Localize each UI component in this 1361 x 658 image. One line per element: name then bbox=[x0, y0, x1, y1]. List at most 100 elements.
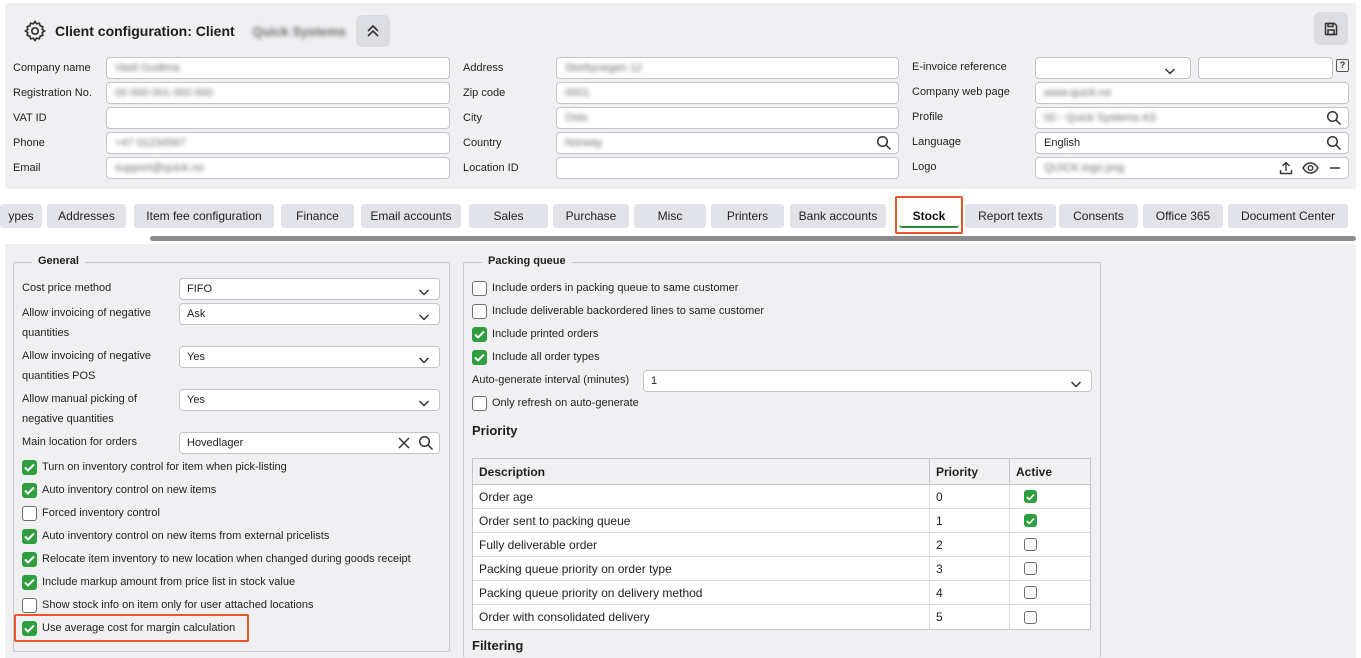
table-row[interactable]: Packing queue priority on order type 3 bbox=[473, 557, 1090, 581]
checkbox-checked[interactable] bbox=[22, 459, 37, 475]
checkbox-checked[interactable] bbox=[22, 574, 37, 590]
einvoice-reference-extra-input[interactable] bbox=[1198, 57, 1333, 79]
address-input[interactable]: Storbyvegen 12 bbox=[556, 57, 899, 79]
packing-checkbox-row[interactable]: Include all order types bbox=[472, 348, 600, 366]
minus-icon[interactable] bbox=[1328, 160, 1342, 178]
tab-printers[interactable]: Printers bbox=[711, 204, 784, 228]
tab-office-365[interactable]: Office 365 bbox=[1143, 204, 1223, 228]
table-row[interactable]: Packing queue priority on delivery metho… bbox=[473, 581, 1090, 605]
company-web-page-input[interactable]: www.quick.no bbox=[1035, 82, 1349, 104]
checkbox-unchecked[interactable] bbox=[22, 597, 37, 613]
checkbox-checked[interactable] bbox=[472, 349, 487, 365]
tab-report-texts[interactable]: Report texts bbox=[965, 204, 1056, 228]
search-icon[interactable] bbox=[1326, 135, 1342, 153]
checkbox-checked[interactable] bbox=[22, 482, 37, 498]
general-checkbox-row[interactable]: Show stock info on item only for user at… bbox=[22, 596, 313, 614]
allow-invoicing-negative-pos-select[interactable]: Yes bbox=[179, 346, 440, 368]
checkbox-unchecked[interactable] bbox=[1023, 610, 1037, 624]
checkbox-label: Forced inventory control bbox=[42, 507, 160, 519]
column-header-description[interactable]: Description bbox=[473, 459, 930, 484]
tab-item-fee-configuration[interactable]: Item fee configuration bbox=[134, 204, 274, 228]
upload-icon[interactable] bbox=[1278, 160, 1294, 178]
allow-manual-picking-select[interactable]: Yes bbox=[179, 389, 440, 411]
checkbox-unchecked[interactable] bbox=[1023, 562, 1037, 575]
search-icon[interactable] bbox=[876, 135, 892, 153]
tab-sales[interactable]: Sales bbox=[469, 204, 548, 228]
location-id-input[interactable] bbox=[556, 157, 899, 179]
save-button[interactable] bbox=[1314, 12, 1348, 45]
allow-invoicing-negative-select[interactable]: Ask bbox=[179, 303, 440, 325]
language-input[interactable]: English bbox=[1035, 132, 1349, 154]
phone-input[interactable]: +47 01234567 bbox=[106, 132, 450, 154]
packing-checkbox-row[interactable]: Include orders in packing queue to same … bbox=[472, 279, 738, 297]
allow-manual-picking-label-1: Allow manual picking of bbox=[22, 393, 137, 405]
checkbox-checked[interactable] bbox=[472, 326, 487, 342]
column-header-active[interactable]: Active bbox=[1010, 459, 1090, 484]
tab-addresses[interactable]: Addresses bbox=[47, 204, 126, 228]
main-location-input[interactable]: Hovedlager bbox=[179, 432, 440, 454]
tab-document-center[interactable]: Document Center bbox=[1228, 204, 1348, 228]
language-label: Language bbox=[912, 136, 961, 148]
chevrons-up-icon bbox=[367, 24, 379, 37]
tabs-horizontal-scrollbar[interactable] bbox=[150, 236, 1356, 241]
address-label: Address bbox=[463, 62, 504, 74]
zip-code-label: Zip code bbox=[463, 87, 506, 99]
eye-icon[interactable] bbox=[1302, 161, 1319, 178]
average-cost-highlight bbox=[14, 614, 249, 642]
general-checkbox-row[interactable]: Forced inventory control bbox=[22, 504, 160, 522]
clear-icon[interactable] bbox=[397, 436, 411, 457]
packing-checkbox-row[interactable]: Include printed orders bbox=[472, 325, 598, 343]
checkbox-unchecked[interactable] bbox=[472, 303, 487, 319]
table-row[interactable]: Order with consolidated delivery 5 bbox=[473, 605, 1090, 629]
stock-tab-highlight bbox=[895, 196, 963, 234]
tab-email-accounts[interactable]: Email accounts bbox=[361, 204, 461, 228]
table-row[interactable]: Fully deliverable order 2 bbox=[473, 533, 1090, 557]
checkbox-checked[interactable] bbox=[1023, 514, 1037, 527]
company-name-input[interactable]: Vasil Gudima bbox=[106, 57, 450, 79]
checkbox-checked[interactable] bbox=[1023, 490, 1037, 503]
auto-generate-interval-select[interactable]: 1 bbox=[643, 370, 1092, 392]
cost-price-method-select[interactable]: FIFO bbox=[179, 278, 440, 300]
table-row[interactable]: Order sent to packing queue 1 bbox=[473, 509, 1090, 533]
cell-active bbox=[1010, 533, 1090, 556]
checkbox-label: Auto inventory control on new items bbox=[42, 484, 217, 496]
logo-input[interactable]: QUICK.logo.png bbox=[1035, 157, 1349, 179]
profile-input[interactable]: 00 - Quick Systems AS bbox=[1035, 107, 1349, 129]
checkbox-checked[interactable] bbox=[22, 551, 37, 567]
checkbox-unchecked[interactable] bbox=[1023, 538, 1037, 551]
search-icon[interactable] bbox=[418, 435, 434, 458]
tab-finance[interactable]: Finance bbox=[281, 204, 354, 228]
tab-types[interactable]: ypes bbox=[0, 204, 42, 228]
email-input[interactable]: support@quick.no bbox=[106, 157, 450, 179]
vat-id-input[interactable] bbox=[106, 107, 450, 129]
city-input[interactable]: Oslo bbox=[556, 107, 899, 129]
cell-priority: 4 bbox=[930, 581, 1010, 604]
tab-misc[interactable]: Misc bbox=[634, 204, 706, 228]
zip-code-input[interactable]: 0001 bbox=[556, 82, 899, 104]
collapse-header-button[interactable] bbox=[355, 15, 390, 47]
column-header-priority[interactable]: Priority bbox=[930, 459, 1010, 484]
checkbox-unchecked[interactable] bbox=[1023, 586, 1037, 599]
help-icon[interactable]: ? bbox=[1336, 59, 1349, 72]
table-row[interactable]: Order age 0 bbox=[473, 485, 1090, 509]
tab-purchase[interactable]: Purchase bbox=[553, 204, 629, 228]
tab-consents[interactable]: Consents bbox=[1059, 204, 1138, 228]
search-icon[interactable] bbox=[1326, 110, 1342, 128]
tab-bank-accounts[interactable]: Bank accounts bbox=[790, 204, 886, 228]
only-refresh-checkbox-row[interactable]: Only refresh on auto-generate bbox=[472, 394, 639, 412]
general-checkbox-row[interactable]: Auto inventory control on new items from… bbox=[22, 527, 329, 545]
general-checkbox-row[interactable]: Auto inventory control on new items bbox=[22, 481, 216, 499]
checkbox-unchecked[interactable] bbox=[472, 280, 487, 296]
general-checkbox-row[interactable]: Turn on inventory control for item when … bbox=[22, 458, 287, 476]
checkbox-unchecked[interactable] bbox=[22, 505, 37, 521]
country-input[interactable]: Norway bbox=[556, 132, 899, 154]
general-checkbox-row[interactable]: Relocate item inventory to new location … bbox=[22, 550, 411, 568]
cost-price-method-label: Cost price method bbox=[22, 282, 112, 294]
checkbox-unchecked[interactable] bbox=[472, 395, 487, 411]
general-checkbox-row[interactable]: Include markup amount from price list in… bbox=[22, 573, 295, 591]
filtering-title: Filtering bbox=[472, 638, 524, 653]
einvoice-reference-select[interactable] bbox=[1035, 57, 1191, 79]
registration-no-input[interactable]: 00 000 001 000 000 bbox=[106, 82, 450, 104]
packing-checkbox-row[interactable]: Include deliverable backordered lines to… bbox=[472, 302, 764, 320]
checkbox-checked[interactable] bbox=[22, 528, 37, 544]
